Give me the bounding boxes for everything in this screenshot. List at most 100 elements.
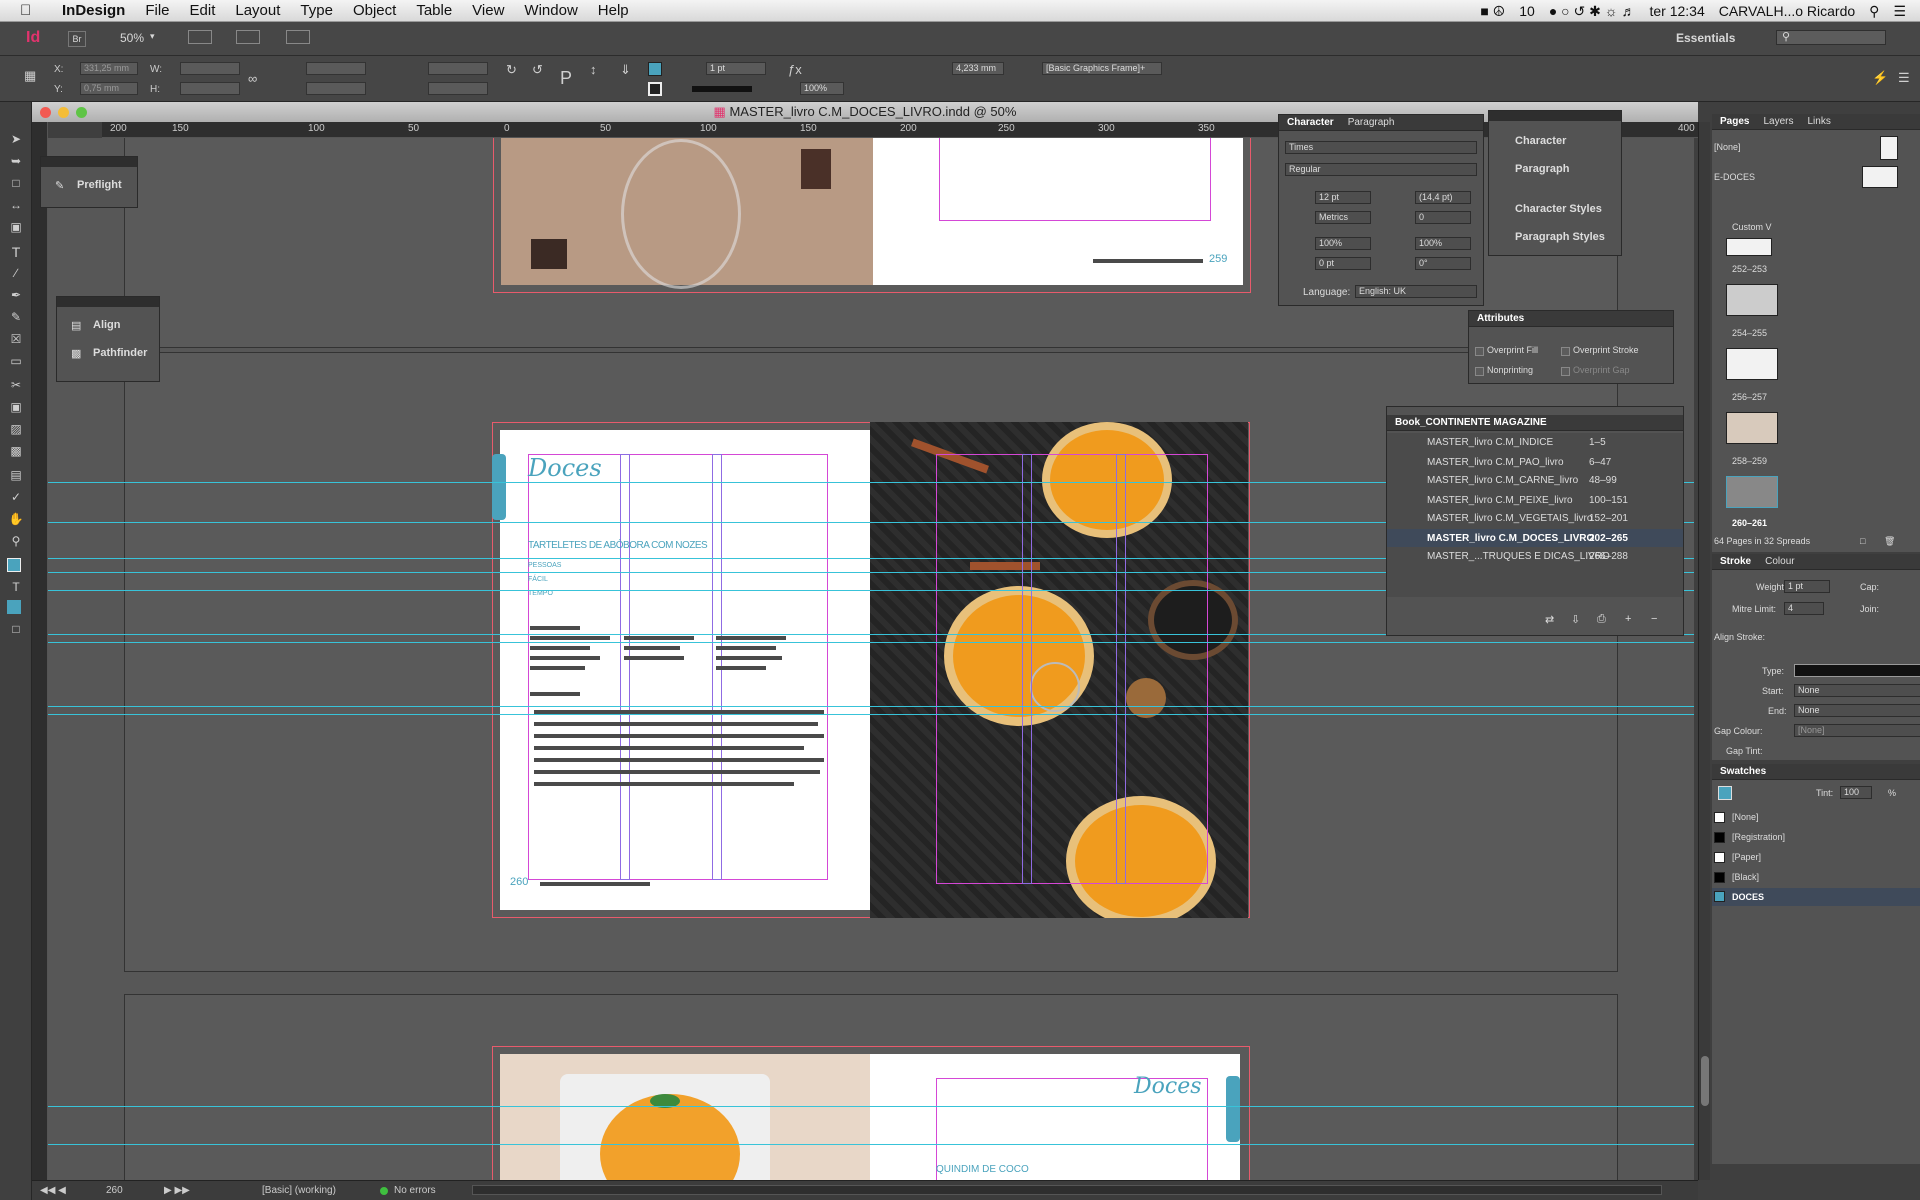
- gap-colour-field[interactable]: [None]: [1794, 724, 1920, 737]
- pathfinder-icon[interactable]: ▩: [71, 347, 81, 360]
- gradient-feather-tool-icon[interactable]: ▩: [7, 444, 25, 460]
- tint-field[interactable]: 100: [1840, 786, 1872, 799]
- tracking-field[interactable]: 0: [1415, 211, 1471, 224]
- book-doc-pages[interactable]: 202–265: [1589, 533, 1628, 544]
- print-book-icon[interactable]: ⎙: [1597, 613, 1606, 626]
- formatting-container-icon[interactable]: T: [7, 580, 25, 596]
- zoom-tool-icon[interactable]: ⚲: [7, 534, 25, 550]
- horizontal-scrollbar[interactable]: [472, 1185, 1662, 1195]
- swatch-name[interactable]: [None]: [1732, 812, 1759, 822]
- tab-pages[interactable]: Pages: [1720, 114, 1749, 130]
- book-doc-pages[interactable]: 1–5: [1589, 437, 1606, 448]
- swatch-chip[interactable]: [1714, 891, 1725, 902]
- book-doc-pages[interactable]: 48–99: [1589, 475, 1617, 486]
- swatch-chip[interactable]: [1714, 832, 1725, 843]
- language-field[interactable]: English: UK: [1355, 285, 1477, 298]
- gap-tool-icon[interactable]: ↔: [7, 198, 25, 214]
- workspace-switcher[interactable]: Essentials: [1676, 31, 1735, 45]
- page-261-photo[interactable]: [870, 422, 1248, 918]
- remove-document-icon[interactable]: −: [1651, 613, 1657, 625]
- tab-character[interactable]: Character: [1287, 115, 1334, 131]
- master-thumbnail[interactable]: [1862, 166, 1898, 188]
- arrange-documents-button[interactable]: [286, 30, 310, 44]
- kerning-field[interactable]: Metrics: [1315, 211, 1371, 224]
- font-family-field[interactable]: Times: [1285, 141, 1477, 154]
- rotate-icon[interactable]: ↻: [506, 62, 517, 78]
- nonprinting-checkbox[interactable]: [1475, 367, 1484, 376]
- page-259[interactable]: 259: [873, 138, 1243, 285]
- sync-icon[interactable]: ⇄: [1545, 613, 1554, 626]
- fx-icon[interactable]: ƒx: [788, 62, 802, 77]
- hand-tool-icon[interactable]: ✋: [7, 512, 25, 528]
- spread-thumbnail[interactable]: [1726, 348, 1778, 380]
- book-doc-pages[interactable]: 6–47: [1589, 457, 1611, 468]
- book-doc-name[interactable]: MASTER_livro C.M_PAO_livro: [1427, 457, 1564, 468]
- skew-field[interactable]: 0°: [1415, 257, 1471, 270]
- page-258-photo[interactable]: [501, 138, 873, 289]
- view-options-dropdown[interactable]: Custom V: [1732, 222, 1772, 232]
- ruler-guide[interactable]: [48, 1144, 1694, 1145]
- spread-thumbnail[interactable]: [1726, 284, 1778, 316]
- tab-paragraph[interactable]: Paragraph: [1348, 115, 1395, 131]
- note-tool-icon[interactable]: ▤: [7, 468, 25, 484]
- swatch-chip[interactable]: [1714, 852, 1725, 863]
- pen-tool-icon[interactable]: ✒: [7, 288, 25, 304]
- page-number-field[interactable]: 260: [106, 1185, 123, 1196]
- fill-swatch[interactable]: [648, 62, 662, 76]
- scissors-tool-icon[interactable]: ✂: [7, 378, 25, 394]
- menu-layout[interactable]: Layout: [235, 2, 280, 19]
- system-icons[interactable]: ● ○ ↺ ✱ ☼ ♬: [1549, 3, 1636, 20]
- scale-y-field[interactable]: [306, 82, 366, 95]
- page-262-photo[interactable]: [500, 1054, 870, 1180]
- selection-tool-icon[interactable]: ➤: [7, 132, 25, 148]
- rotate-ccw-icon[interactable]: ↺: [532, 62, 543, 78]
- pathfinder-button[interactable]: Pathfinder: [93, 347, 147, 359]
- panel-header[interactable]: [1489, 111, 1621, 121]
- page-nav-next-icons[interactable]: ▶ ▶▶: [164, 1185, 190, 1196]
- swatch-name[interactable]: [Black]: [1732, 872, 1759, 882]
- fill-stroke-icon[interactable]: [1718, 786, 1732, 800]
- tab-stroke[interactable]: Stroke: [1720, 554, 1751, 570]
- page-nav-icons[interactable]: ◀◀ ◀: [40, 1185, 66, 1196]
- rotate-field[interactable]: [428, 62, 488, 75]
- preflight-errors[interactable]: No errors: [394, 1185, 436, 1196]
- ruler-guide[interactable]: [48, 642, 1694, 643]
- ruler-guide[interactable]: [48, 706, 1694, 707]
- rectangle-tool-icon[interactable]: ▭: [7, 354, 25, 370]
- mitre-field[interactable]: 4: [1784, 602, 1824, 615]
- user-name[interactable]: CARVALH...o Ricardo: [1719, 3, 1855, 19]
- spread-thumbnail-selected[interactable]: [1726, 476, 1778, 508]
- reference-point-icon[interactable]: ▦: [24, 68, 36, 84]
- pencil-tool-icon[interactable]: ✎: [7, 310, 25, 326]
- menu-window[interactable]: Window: [524, 2, 577, 19]
- add-document-icon[interactable]: +: [1625, 613, 1631, 625]
- scrollbar-thumb[interactable]: [1701, 1056, 1709, 1106]
- stroke-type-preview[interactable]: [692, 86, 752, 92]
- align-icon[interactable]: ▤: [71, 319, 81, 332]
- tab-links[interactable]: Links: [1807, 114, 1830, 130]
- master-none[interactable]: [None]: [1714, 142, 1741, 152]
- lightning-icon[interactable]: ⚡: [1872, 70, 1888, 86]
- object-style-field[interactable]: [Basic Graphics Frame]+: [1042, 62, 1162, 75]
- swatch-chip[interactable]: [1714, 872, 1725, 883]
- stroke-weight-field[interactable]: 1 pt: [706, 62, 766, 75]
- book-doc-pages[interactable]: 100–151: [1589, 495, 1628, 506]
- swatch-chip[interactable]: [1714, 812, 1725, 823]
- flip-horizontal-icon[interactable]: ↕: [590, 62, 597, 77]
- paragraph-panel-button[interactable]: Paragraph: [1515, 163, 1569, 175]
- ruler-guide[interactable]: [48, 714, 1694, 715]
- x-field[interactable]: 331,25 mm: [80, 62, 138, 75]
- screen-mode-button[interactable]: [236, 30, 260, 44]
- book-doc-name[interactable]: MASTER_livro C.M_PEIXE_livro: [1427, 495, 1573, 506]
- h-field[interactable]: [180, 82, 240, 95]
- panel-menu-icon[interactable]: ☰: [1898, 70, 1910, 86]
- zoom-level[interactable]: 50%: [120, 31, 144, 45]
- page-tool-icon[interactable]: □: [7, 176, 25, 192]
- book-doc-name[interactable]: MASTER_...TRUQUES E DICAS_LIVRO: [1427, 551, 1610, 562]
- vertical-ruler[interactable]: [32, 122, 48, 1188]
- tab-colour[interactable]: Colour: [1765, 554, 1794, 570]
- preflight-button[interactable]: Preflight: [77, 179, 122, 191]
- stroke-type-field[interactable]: [1794, 664, 1920, 677]
- start-field[interactable]: None: [1794, 684, 1920, 697]
- rectangle-frame-tool-icon[interactable]: ☒: [7, 332, 25, 348]
